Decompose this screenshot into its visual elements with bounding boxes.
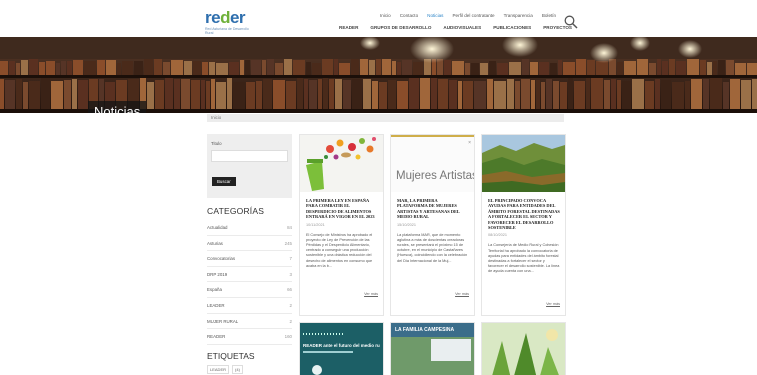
category-name: MUJER RURAL [207,318,239,324]
tags-list: LEADER (4) [207,364,292,374]
search-label: Titulo [211,141,222,146]
category-name: LEADER [207,302,225,308]
logo-mark-icon [312,365,322,375]
news-card-excerpt: La plataforma MAR, que de momento agluti… [397,232,468,263]
news-card-image[interactable] [481,322,566,375]
logo-tagline: Red Asturiana de Desarrollo Rural [205,27,249,35]
breadcrumb-inicio[interactable]: Inicio [211,115,221,120]
topnav-boletin[interactable]: Boletín [542,13,556,18]
news-card-excerpt: El Consejo de Ministros ha aprobado el p… [306,232,373,268]
news-card-date: 10/11/2021 [306,222,325,227]
category-item[interactable]: Convocatorias 7 [207,251,292,267]
tag-count[interactable]: (4) [232,364,243,374]
category-item[interactable]: Asturias 245 [207,236,292,252]
mainnav-reader[interactable]: READER [339,25,358,30]
news-card: LA PRIMERA LEY EN ESPAÑA PARA COMBATIR E… [299,134,384,316]
category-name: España [207,287,222,293]
category-item[interactable]: MUJER RURAL 2 [207,314,292,330]
news-card-image[interactable] [482,135,565,192]
topnav-perfil-contratante[interactable]: Perfil del contratante [452,13,494,18]
search-button[interactable]: Buscar [212,177,236,186]
news-card-date: 08/10/2021 [488,233,508,238]
topnav-noticias[interactable]: Noticias [427,13,443,18]
category-count: 2 [289,302,292,308]
food-waste-bin-image [300,135,383,192]
news-card-excerpt: La Consejería de Medio Rural y Cohesión … [488,243,560,274]
mainnav-audiovisuales[interactable]: AUDIOVISUALES [443,25,481,30]
page-title: Noticias [88,101,147,113]
news-card-title[interactable]: LA PRIMERA LEY EN ESPAÑA PARA COMBATIR E… [306,198,378,220]
site-header: reder Red Asturiana de Desarrollo Rural … [0,0,757,37]
categories-list: Actualidad 84 Asturias 245 Convocatorias 7 … [207,220,292,345]
decorative-stripes [303,333,343,335]
category-item[interactable]: DRP 2019 3 [207,267,292,283]
close-icon: × [468,140,471,146]
search-panel: Titulo Buscar [207,134,292,198]
category-name: Asturias [207,240,223,246]
category-item[interactable]: LEADER 2 [207,298,292,314]
tag-leader[interactable]: LEADER [207,364,230,374]
topnav-contacto[interactable]: Contacto [400,13,418,18]
forest-valley-image [482,135,565,192]
breadcrumb: Inicio [207,114,564,122]
news-card: EL PRINCIPADO CONVOCA AYUDAS PARA ENTIDA… [481,134,566,316]
category-count: 245 [284,240,292,246]
read-more-link[interactable]: Ver más [364,292,378,296]
category-name: Convocatorias [207,256,236,262]
news-card-image[interactable]: READER ante el futuro del medio ru [299,322,384,375]
category-item[interactable]: READER 160 [207,329,292,345]
topnav-transparencia[interactable]: Transparencia [504,13,533,18]
logo-wordmark: reder [205,8,246,27]
search-input[interactable] [211,150,288,162]
category-item[interactable]: España 66 [207,282,292,298]
mainnav-publicaciones[interactable]: PUBLICACIONES [493,25,531,30]
mujeres-artistas-image-text: Mujeres Artistas [396,170,474,182]
card-image-headline: LA FAMILIA CAMPESINA [395,327,455,333]
sidebar: Titulo Buscar CATEGORÍAS Actualidad 84 As… [207,134,292,374]
category-count: 84 [287,225,292,230]
reader-logo[interactable]: reder Red Asturiana de Desarrollo Rural [205,9,255,35]
topnav-inicio[interactable]: Inicio [380,13,391,18]
categories-heading: CATEGORÍAS [207,206,265,216]
inset-panel [431,339,471,361]
category-count: 2 [289,318,292,324]
category-item[interactable]: Actualidad 84 [207,220,292,236]
mainnav-grupos-desarrollo[interactable]: GRUPOS DE DESARROLLO [370,25,431,30]
search-icon[interactable] [564,15,578,29]
divider [303,351,353,353]
category-name: Actualidad [207,225,228,230]
plants-image [482,323,565,375]
category-name: READER [207,334,226,340]
tags-heading: ETIQUETAS [207,350,255,361]
card-image-headline: READER ante el futuro del medio ru [303,343,380,348]
category-count: 160 [284,334,292,340]
news-card-title[interactable]: MAR, LA PRIMERA PLATAFORMA DE MUJERES AR… [397,198,469,220]
news-card-image[interactable] [300,135,383,192]
hero-banner: Noticias [0,37,757,113]
read-more-link[interactable]: Ver más [455,292,469,296]
main-navigation: READER GRUPOS DE DESARROLLO AUDIOVISUALE… [339,25,572,30]
category-count: 7 [289,256,292,262]
category-name: DRP 2019 [207,271,228,277]
top-navigation: Inicio Contacto Noticias Perfil del cont… [380,13,556,18]
news-card-date: 15/10/2021 [397,222,417,227]
news-card: × Mujeres Artistas MAR, LA PRIMERA PLATA… [390,134,475,316]
news-card-image[interactable]: × Mujeres Artistas [391,135,474,192]
news-card-title[interactable]: EL PRINCIPADO CONVOCA AYUDAS PARA ENTIDA… [488,198,560,230]
category-count: 66 [287,287,292,293]
category-count: 3 [289,271,292,277]
read-more-link[interactable]: Ver más [546,302,560,306]
news-card-image[interactable]: LA FAMILIA CAMPESINA [390,322,475,375]
